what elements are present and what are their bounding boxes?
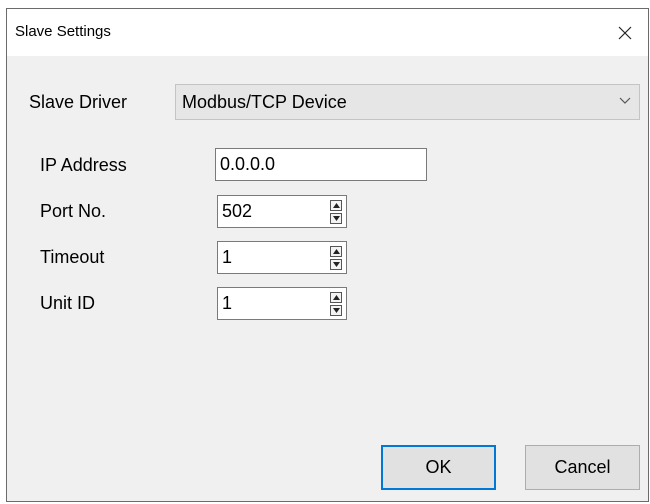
chevron-down-icon xyxy=(619,97,631,104)
unit-id-label: Unit ID xyxy=(40,293,96,313)
slave-driver-select[interactable]: Modbus/TCP Device xyxy=(175,84,640,120)
port-no-spin-up[interactable] xyxy=(330,200,342,211)
unit-id-spin-down[interactable] xyxy=(330,305,342,316)
unit-id-spinner[interactable] xyxy=(330,292,342,316)
port-no-input[interactable]: 502 xyxy=(217,195,347,228)
port-no-spin-down[interactable] xyxy=(330,213,342,224)
port-no-value: 502 xyxy=(222,201,253,221)
slave-driver-label: Slave Driver xyxy=(29,92,128,112)
timeout-label: Timeout xyxy=(40,247,105,267)
timeout-input[interactable]: 1 xyxy=(217,241,347,274)
unit-id-input[interactable]: 1 xyxy=(217,287,347,320)
triangle-down-icon xyxy=(332,262,340,267)
ok-button[interactable]: OK xyxy=(381,445,496,490)
close-button[interactable] xyxy=(602,9,648,56)
unit-id-value: 1 xyxy=(222,293,233,313)
timeout-value: 1 xyxy=(222,247,233,267)
triangle-up-icon xyxy=(332,249,340,254)
ip-address-value: 0.0.0.0 xyxy=(220,154,276,174)
slave-driver-value: Modbus/TCP Device xyxy=(182,92,347,112)
close-icon xyxy=(618,26,632,39)
ip-address-input[interactable]: 0.0.0.0 xyxy=(215,148,427,181)
triangle-up-icon xyxy=(332,203,340,208)
timeout-spinner[interactable] xyxy=(330,246,342,270)
triangle-up-icon xyxy=(332,295,340,300)
triangle-down-icon xyxy=(332,216,340,221)
cancel-button[interactable]: Cancel xyxy=(525,445,640,490)
unit-id-spin-up[interactable] xyxy=(330,292,342,303)
title-bar: Slave Settings xyxy=(7,9,648,56)
port-no-label: Port No. xyxy=(40,201,107,221)
dialog-title: Slave Settings xyxy=(15,23,111,40)
timeout-spin-up[interactable] xyxy=(330,246,342,257)
dialog-client-area: Slave Driver Modbus/TCP Device IP Addres… xyxy=(7,56,648,501)
dialog-window: Slave Settings Slave Driver Modbus/TCP D… xyxy=(6,8,649,502)
triangle-down-icon xyxy=(332,308,340,313)
ip-address-label: IP Address xyxy=(40,155,127,175)
timeout-spin-down[interactable] xyxy=(330,259,342,270)
port-no-spinner[interactable] xyxy=(330,200,342,224)
